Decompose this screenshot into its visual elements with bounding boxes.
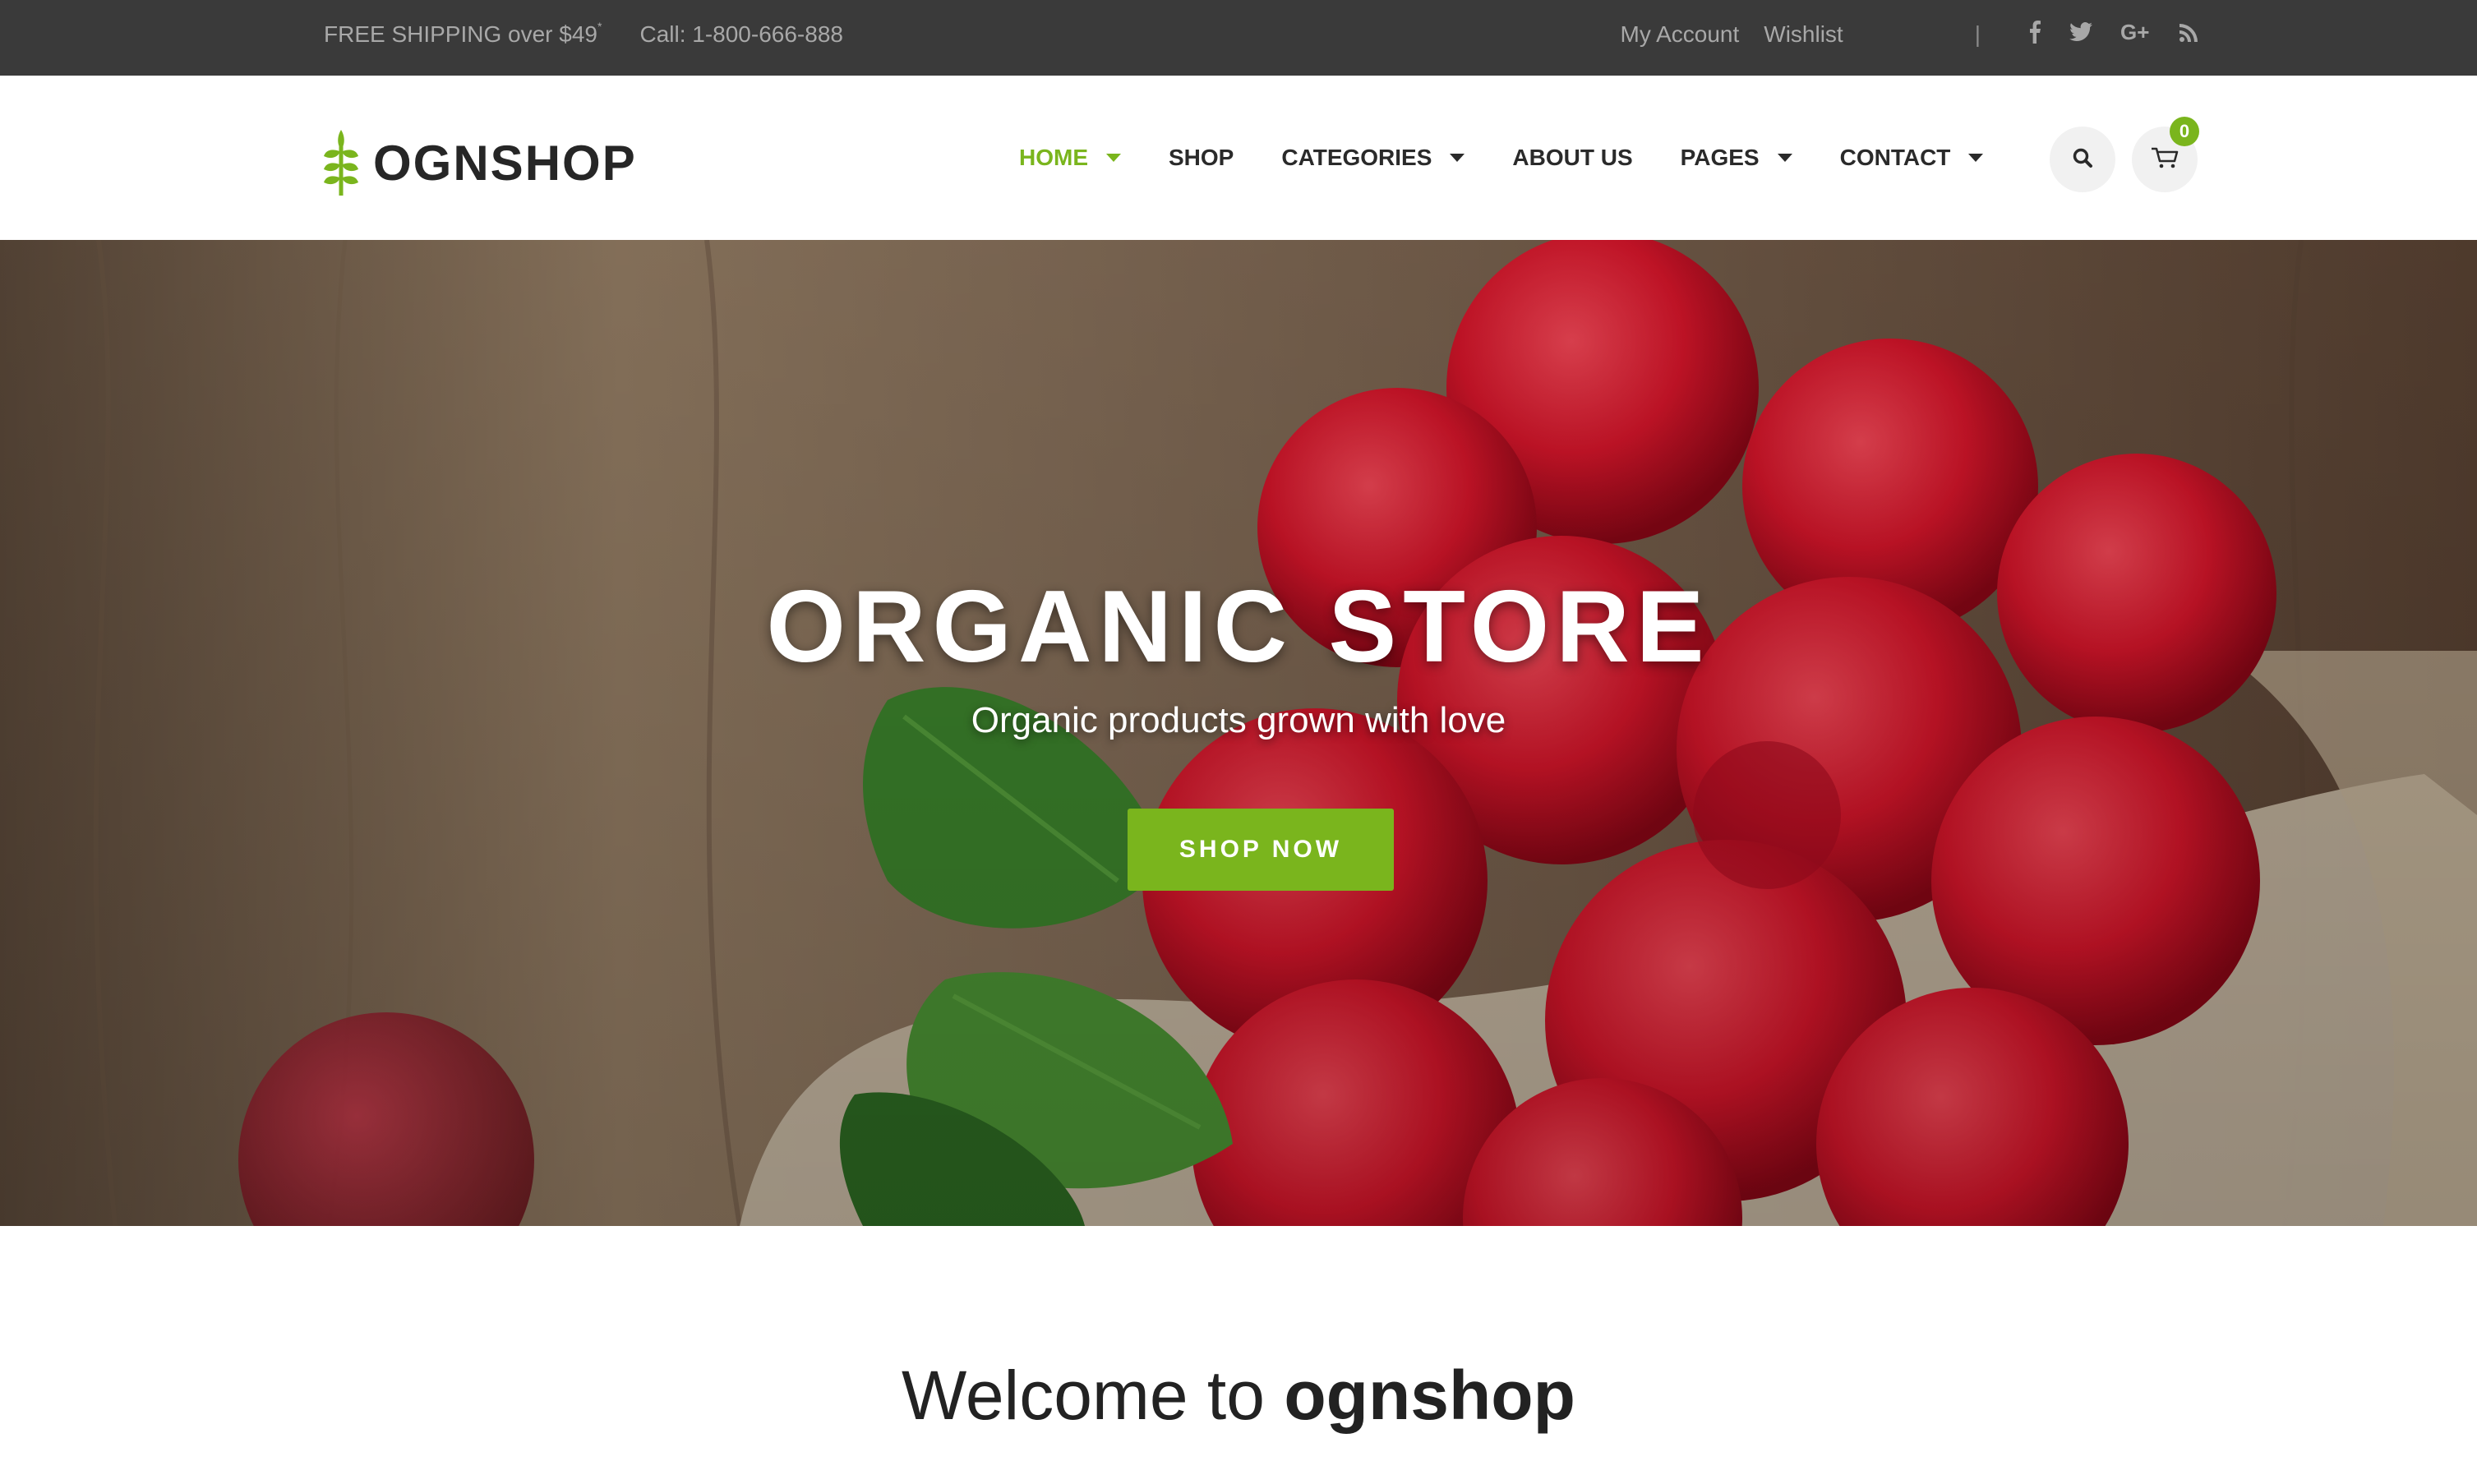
nav-item-shop[interactable]: SHOP [1169,145,1234,171]
hero-title: ORGANIC STORE [766,570,1711,684]
top-bar-separator: | [1974,21,1981,47]
nav-item-about-us[interactable]: ABOUT US [1512,145,1632,171]
twitter-icon[interactable] [2069,21,2092,48]
logo-text: OGNSHOP [373,136,637,191]
cart-icon [2150,146,2179,173]
wishlist-link[interactable]: Wishlist [1764,21,1843,48]
svg-text:G+: G+ [2120,21,2149,43]
nav-label-home: HOME [1019,145,1088,170]
welcome-heading: Welcome to ognshop [0,1356,2477,1436]
chevron-down-icon [1106,154,1121,162]
rss-icon[interactable] [2179,21,2198,48]
site-logo[interactable]: OGNSHOP [321,127,637,200]
nav-label-pages: PAGES [1680,145,1760,170]
nav-item-contact[interactable]: CONTACT [1840,145,1984,171]
top-bar-right: My Account Wishlist | G+ [1621,0,2198,69]
free-shipping-notice: FREE SHIPPING over $49* [324,19,602,48]
welcome-brand: ognshop [1284,1357,1575,1434]
top-bar: FREE SHIPPING over $49* Call: 1-800-666-… [0,0,2477,76]
shop-now-button[interactable]: SHOP NOW [1128,809,1394,891]
nav-item-pages[interactable]: PAGES [1681,145,1792,171]
nav-item-home[interactable]: HOME [1019,145,1121,171]
nav-label-shop: SHOP [1169,145,1234,170]
phone-number: Call: 1-800-666-888 [639,21,843,47]
google-plus-icon[interactable]: G+ [2120,20,2152,48]
welcome-prefix: Welcome to [902,1357,1265,1434]
nav-item-categories[interactable]: CATEGORIES [1281,145,1465,171]
cart-count-badge: 0 [2170,117,2199,146]
hero-subtitle: Organic products grown with love [971,700,1506,740]
top-bar-left: FREE SHIPPING over $49* Call: 1-800-666-… [324,0,843,69]
hero-banner: ORGANIC STORE Organic products grown wit… [0,240,2477,1226]
facebook-icon[interactable] [2028,20,2041,49]
wheat-logo-icon [321,127,362,200]
search-button[interactable] [2050,127,2115,192]
chevron-down-icon [1450,154,1465,162]
nav-label-about-us: ABOUT US [1512,145,1633,170]
social-links: G+ [2028,20,2198,49]
chevron-down-icon [1777,154,1792,162]
my-account-link[interactable]: My Account [1621,21,1740,48]
search-icon [2072,147,2093,173]
chevron-down-icon [1968,154,1984,162]
nav-label-contact: CONTACT [1839,145,1951,170]
free-shipping-text: FREE SHIPPING over $49 [324,21,598,47]
shipping-asterisk: * [597,19,602,33]
nav-label-categories: CATEGORIES [1281,145,1432,170]
main-nav: HOME SHOP CATEGORIES ABOUT US PAGES CONT… [1019,76,2031,240]
site-header: OGNSHOP HOME SHOP CATEGORIES ABOUT US PA… [0,76,2477,240]
cart-button[interactable]: 0 [2132,117,2199,192]
